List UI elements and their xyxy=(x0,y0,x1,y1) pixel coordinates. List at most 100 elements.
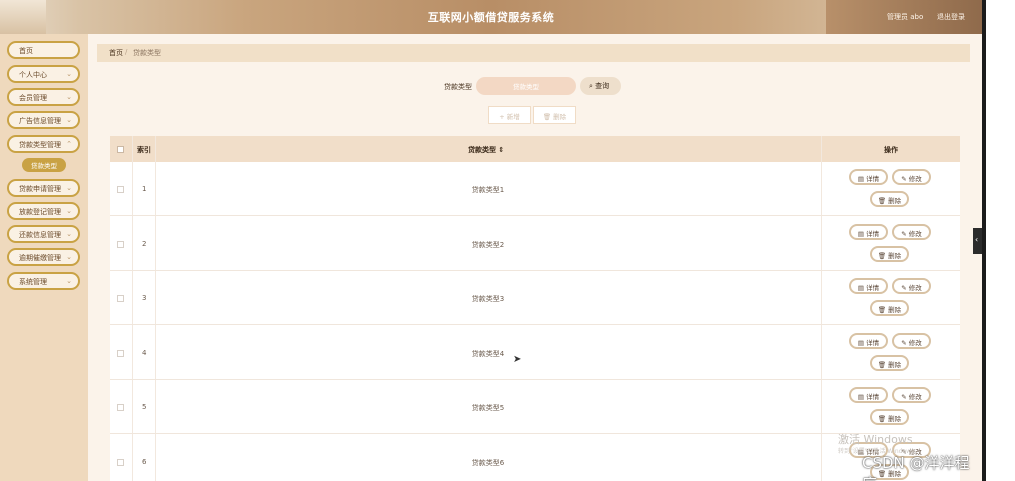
logout-link[interactable]: 退出登录 xyxy=(937,12,965,22)
search-button[interactable]: ⌕ 查询 xyxy=(580,77,621,95)
row-index: 5 xyxy=(142,403,147,411)
delete-button[interactable]: 🗑 删除 xyxy=(870,409,909,425)
row-loan-type: 贷款类型3 xyxy=(471,295,505,303)
batch-delete-text: 删除 xyxy=(553,113,567,121)
detail-button[interactable]: ▤ 详情 xyxy=(849,387,888,403)
row-checkbox[interactable] xyxy=(117,404,124,411)
sidebar-subitem-label: 贷款类型 xyxy=(31,162,57,170)
batch-delete-button[interactable]: 🗑 删除 xyxy=(533,106,576,124)
chevron-down-icon: ⌄ xyxy=(66,230,72,238)
sidebar-item-label: 贷款申请管理 xyxy=(19,185,61,193)
sidebar-item-label: 首页 xyxy=(19,47,33,55)
sidebar-item-profile[interactable]: 个人中心 ⌄ xyxy=(7,65,80,83)
chevron-down-icon: ⌄ xyxy=(66,277,72,285)
edit-button[interactable]: ✎ 修改 xyxy=(892,223,931,240)
sidebar-item-label: 贷款类型管理 xyxy=(19,141,61,149)
delete-button[interactable]: 🗑 删除 xyxy=(870,354,909,371)
delete-button[interactable]: 🗑 删除 xyxy=(870,245,909,262)
detail-button[interactable]: ▤ 详情 xyxy=(849,332,888,349)
detail-button[interactable]: ▤ 详情 xyxy=(849,169,888,185)
sidebar-subitem-loan-type[interactable]: 贷款类型 xyxy=(22,158,66,172)
document-icon: ▤ xyxy=(857,393,865,401)
sidebar-item-ads[interactable]: 广告信息管理 ⌄ xyxy=(7,111,80,129)
pencil-icon: ✎ xyxy=(901,393,907,401)
current-user[interactable]: 管理员 abo xyxy=(887,12,923,22)
sidebar-item-home[interactable]: 首页 xyxy=(7,41,80,59)
delete-button-label: 🗑 删除 xyxy=(872,304,907,314)
trash-icon: 🗑 xyxy=(877,360,887,369)
detail-button-label: ▤ 详情 xyxy=(851,228,886,238)
table-header: 索引 贷款类型 ⇕ 操作 xyxy=(110,136,960,162)
document-icon: ▤ xyxy=(857,284,865,292)
detail-button-label: ▤ 详情 xyxy=(851,173,886,183)
delete-button-label: 🗑 删除 xyxy=(872,359,907,369)
row-checkbox[interactable] xyxy=(117,295,124,302)
search-button-text: 查询 xyxy=(595,82,610,90)
select-all-checkbox[interactable] xyxy=(117,146,124,153)
pencil-icon: ✎ xyxy=(901,284,907,292)
sidebar-item-repayment[interactable]: 还款信息管理 ⌄ xyxy=(7,225,80,243)
document-icon: ▤ xyxy=(857,175,865,183)
search-placeholder: 贷款类型 xyxy=(513,83,539,91)
sidebar-item-members[interactable]: 会员管理 ⌄ xyxy=(7,88,80,106)
table-row: 3 贷款类型3 ▤ 详情 ✎ 修改 🗑 删除 xyxy=(110,271,960,325)
add-button[interactable]: + 新增 xyxy=(488,106,531,124)
sidebar-item-loan-applications[interactable]: 贷款申请管理 ⌄ xyxy=(7,179,80,197)
chevron-down-icon: ⌄ xyxy=(66,253,72,261)
edit-text: 修改 xyxy=(908,284,922,292)
document-icon: ▤ xyxy=(857,229,865,238)
table-row: 4 贷款类型4 ▤ 详情 ✎ 修改 🗑 删除 xyxy=(110,326,960,380)
edit-button[interactable]: ✎ 修改 xyxy=(892,278,931,294)
csdn-watermark: CSDN @洋洋程序 xyxy=(862,454,970,481)
delete-text: 删除 xyxy=(888,197,902,205)
chevron-down-icon: ⌄ xyxy=(66,207,72,215)
trash-icon: 🗑 xyxy=(877,306,887,314)
app-window: 互联网小额借贷服务系统 管理员 abo 退出登录 首页 个人中心 ⌄ 会员管理 … xyxy=(0,0,982,481)
col-index: 索引 xyxy=(137,146,151,154)
edit-button[interactable]: ✎ 修改 xyxy=(892,332,931,349)
row-checkbox[interactable] xyxy=(117,458,124,466)
breadcrumb-current: 贷款类型 xyxy=(133,49,161,57)
detail-button[interactable]: ▤ 详情 xyxy=(849,223,888,240)
col-loan-type[interactable]: 贷款类型 ⇕ xyxy=(468,145,504,155)
breadcrumb-separator: / xyxy=(125,48,128,56)
trash-icon: 🗑 xyxy=(877,251,887,260)
chevron-down-icon: ⌄ xyxy=(66,93,72,101)
edit-button-label: ✎ 修改 xyxy=(894,228,929,238)
row-index: 2 xyxy=(142,239,147,248)
delete-button[interactable]: 🗑 删除 xyxy=(870,191,909,207)
row-checkbox[interactable] xyxy=(117,186,124,193)
table-row: 6 贷款类型6 ▤ 详情 ✎ 修改 🗑 删除 xyxy=(110,435,960,481)
row-checkbox[interactable] xyxy=(117,240,124,248)
detail-button-label: ▤ 详情 xyxy=(851,337,886,347)
sidebar-item-loan-types[interactable]: 贷款类型管理 ⌃ xyxy=(7,135,80,153)
search-button-label: ⌕ 查询 xyxy=(589,81,609,91)
search-input[interactable]: 贷款类型 xyxy=(476,77,576,95)
breadcrumb: 首页 / 贷款类型 xyxy=(97,44,970,62)
breadcrumb-home[interactable]: 首页 xyxy=(109,48,123,58)
sidebar-item-disbursement[interactable]: 放款登记管理 ⌄ xyxy=(7,202,80,220)
row-checkbox[interactable] xyxy=(117,349,124,357)
app-title: 互联网小额借贷服务系统 xyxy=(427,11,555,24)
edit-button[interactable]: ✎ 修改 xyxy=(892,169,931,185)
delete-button[interactable]: 🗑 删除 xyxy=(870,300,909,316)
chevron-down-icon: ⌄ xyxy=(66,70,72,78)
sidebar-item-overdue[interactable]: 逾期催缴管理 ⌄ xyxy=(7,248,80,266)
edit-text: 修改 xyxy=(908,229,922,238)
detail-text: 详情 xyxy=(866,229,880,238)
outer-margin xyxy=(982,0,1015,481)
activate-windows-watermark: 激活 Windows xyxy=(838,433,913,446)
top-header: 互联网小额借贷服务系统 管理员 abo 退出登录 xyxy=(0,0,982,34)
detail-button[interactable]: ▤ 详情 xyxy=(849,278,888,294)
batch-delete-label: 🗑 删除 xyxy=(534,111,575,121)
sidebar-item-system[interactable]: 系统管理 ⌄ xyxy=(7,272,80,290)
pencil-icon: ✎ xyxy=(901,229,907,238)
chevron-up-icon: ⌃ xyxy=(66,140,72,148)
edit-button-label: ✎ 修改 xyxy=(894,173,929,183)
delete-text: 删除 xyxy=(888,306,902,314)
panel-toggle-button[interactable]: ‹ xyxy=(973,228,982,254)
sidebar-item-label: 放款登记管理 xyxy=(19,208,61,216)
edit-button[interactable]: ✎ 修改 xyxy=(892,387,931,403)
col-operations: 操作 xyxy=(884,146,898,154)
sidebar-item-label: 个人中心 xyxy=(19,71,47,79)
